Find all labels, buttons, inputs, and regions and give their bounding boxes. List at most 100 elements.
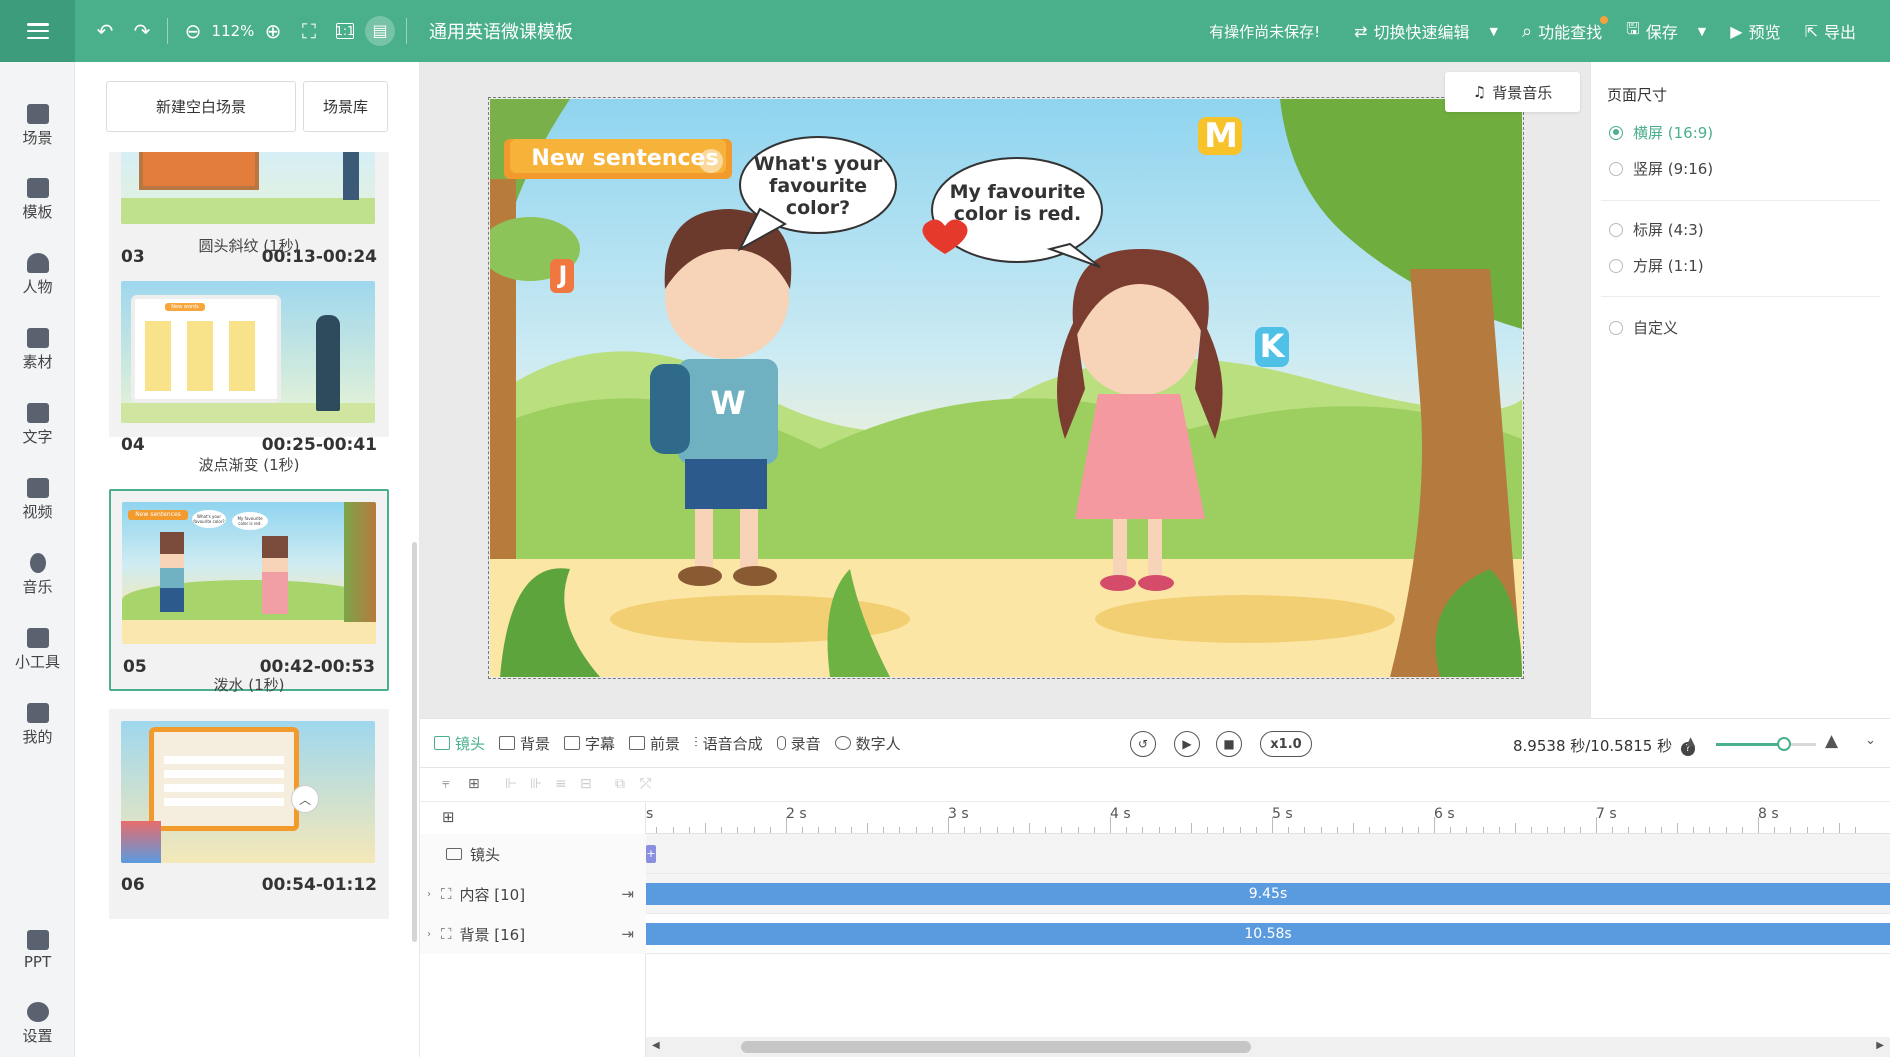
document-title[interactable]: 通用英语微课模板 (429, 18, 573, 44)
scrollbar-thumb[interactable] (741, 1041, 1251, 1053)
answer-bubble-text[interactable]: My favourite color is red. (945, 181, 1090, 225)
tab-label: 前景 (650, 734, 681, 753)
radio-standard-4-3[interactable]: 标屏 (4:3) (1609, 219, 1704, 240)
speed-button[interactable]: x1.0 (1260, 731, 1312, 757)
radio-square-1-1[interactable]: 方屏 (1:1) (1609, 255, 1704, 276)
letter-m[interactable]: M (1201, 116, 1241, 156)
timeline-ruler[interactable]: s 2 s 3 s 4 s 5 s 6 s 7 s 8 s (646, 802, 1890, 834)
scroll-to-top-button[interactable]: ︿ (291, 785, 319, 813)
collapse-timeline-icon[interactable]: ⌄ (1865, 733, 1876, 748)
nav-item-settings[interactable]: 设置 (0, 1002, 75, 1046)
transition-label[interactable]: 圆头斜纹 (1秒) (109, 235, 389, 256)
letter-k[interactable]: K (1257, 327, 1287, 365)
nav-item-video[interactable]: 视频 (0, 478, 75, 522)
scene-card-05[interactable]: New sentences What's your favourite colo… (109, 489, 389, 691)
nav-item-person[interactable]: 人物 (0, 253, 75, 297)
filter-icon[interactable]: ⫧ (442, 776, 450, 792)
ruler-toggle-button[interactable]: ▤ (362, 0, 398, 62)
track-content[interactable]: 9.45s (646, 874, 1890, 914)
tab-foreground[interactable]: 前景 (629, 733, 680, 754)
align-right-icon[interactable]: ⊪ (530, 776, 542, 792)
letter-w[interactable]: W (708, 384, 748, 422)
slider-handle[interactable] (1777, 737, 1791, 751)
new-blank-scene-button[interactable]: 新建空白场景 (106, 81, 296, 132)
add-keyframe-button[interactable]: + (646, 845, 656, 863)
nav-item-asset[interactable]: 素材 (0, 328, 75, 372)
content-clip[interactable]: 9.45s (646, 883, 1890, 905)
transition-label[interactable]: 波点渐变 (1秒) (109, 454, 389, 475)
align-left-icon[interactable]: ⊩ (505, 776, 517, 792)
redo-button[interactable]: ↷ (125, 0, 159, 62)
enter-group-icon[interactable]: ⇥ (621, 925, 634, 943)
zoom-out-button[interactable]: ⊖ (176, 0, 210, 62)
undo-button[interactable]: ↶ (85, 0, 125, 62)
zoom-in-button[interactable]: ⊕ (256, 0, 290, 62)
nav-item-toolbox[interactable]: 小工具 (0, 628, 75, 672)
track-background[interactable]: 10.58s (646, 914, 1890, 954)
background-music-button[interactable]: ♫ 背景音乐 (1445, 72, 1580, 112)
timeline-zoom-slider[interactable] (1716, 737, 1816, 751)
radio-icon (1609, 125, 1623, 140)
feature-search-button[interactable]: ⌕ 功能查找 (1510, 0, 1614, 62)
tab-digital-human[interactable]: 数字人 (834, 733, 901, 754)
ruler-tick (818, 827, 820, 833)
zoom-out-mountain-icon[interactable]: ▲ (1686, 734, 1695, 748)
transition-label[interactable]: 泼水 (1秒) (109, 674, 389, 695)
background-clip[interactable]: 10.58s (646, 923, 1890, 945)
group-icon[interactable]: ⊞ (468, 776, 480, 792)
scroll-right-icon[interactable]: ▶ (1876, 1040, 1884, 1051)
tab-tts[interactable]: ⫶ 语音合成 (694, 733, 763, 754)
enter-group-icon[interactable]: ⇥ (621, 885, 634, 903)
nav-item-mine[interactable]: 我的 (0, 703, 75, 747)
banner-title[interactable]: New sentences (530, 146, 720, 171)
nav-item-ppt[interactable]: PPT (0, 930, 75, 971)
fit-screen-button[interactable]: ⛶ (290, 0, 328, 62)
scene-panel-scrollbar[interactable] (412, 542, 417, 942)
play-button[interactable]: ▶ (1174, 731, 1200, 757)
tab-background[interactable]: 背景 (499, 733, 550, 754)
track-label-background[interactable]: › ⛶ 背景 [16] ⇥ (420, 914, 646, 954)
ruler-label: 6 s (1434, 806, 1455, 822)
track-label-camera[interactable]: 镜头 (420, 834, 646, 874)
scene-library-button[interactable]: 场景库 (303, 81, 388, 132)
nav-item-text[interactable]: 文字 (0, 403, 75, 447)
word-icons (145, 321, 265, 391)
nav-item-template[interactable]: 模板 (0, 178, 75, 222)
scene-stage[interactable]: New sentences What's your favourite colo… (490, 99, 1522, 677)
radio-portrait-9-16[interactable]: 竖屏 (9:16) (1609, 158, 1713, 179)
nav-item-music[interactable]: 音乐 (0, 553, 75, 597)
menu-button[interactable] (0, 0, 75, 62)
replay-button[interactable]: ↺ (1130, 731, 1156, 757)
grid-icon[interactable]: ⊞ (442, 808, 455, 826)
timeline-horizontal-scrollbar[interactable]: ◀ ▶ (646, 1037, 1890, 1057)
merge-icon[interactable]: ⧉ (615, 776, 625, 792)
stop-button[interactable]: ■ (1216, 731, 1242, 757)
scroll-left-icon[interactable]: ◀ (652, 1040, 660, 1051)
tab-subtitle[interactable]: 字幕 (564, 733, 615, 754)
align-center-icon[interactable]: ≡ (555, 776, 567, 792)
quick-edit-button[interactable]: ⇄ 切换快速编辑 ▼ (1342, 0, 1510, 62)
girl-figure (262, 536, 288, 614)
save-button[interactable]: 🖫 保存 ▼ (1614, 0, 1718, 62)
chevron-down-icon[interactable]: ▼ (1698, 25, 1706, 38)
question-bubble-text[interactable]: What's your favourite color? (748, 153, 888, 219)
actual-size-button[interactable]: 1:1 (328, 0, 362, 62)
split-icon[interactable]: ⤱ (640, 776, 651, 792)
radio-landscape-16-9[interactable]: 横屏 (16:9) (1609, 122, 1713, 143)
preview-button[interactable]: ▶ 预览 (1718, 0, 1792, 62)
zoom-in-mountain-icon[interactable]: ▲ (1825, 731, 1838, 751)
scene-card-06[interactable]: ︿ 06 00:54-01:12 (109, 709, 389, 919)
export-button[interactable]: ⇱ 导出 (1793, 0, 1890, 62)
chevron-right-icon[interactable]: › (427, 929, 431, 940)
tab-record[interactable]: 录音 (776, 733, 821, 754)
chevron-down-icon[interactable]: ▼ (1490, 25, 1498, 38)
scene-card-04[interactable]: New words 04 00:25-00:41 (109, 269, 389, 455)
track-label-content[interactable]: › ⛶ 内容 [10] ⇥ (420, 874, 646, 914)
tab-camera[interactable]: 镜头 (434, 733, 485, 754)
nav-item-scene[interactable]: 场景 (0, 104, 75, 148)
letter-j[interactable]: J (553, 261, 573, 289)
chevron-right-icon[interactable]: › (427, 889, 431, 900)
radio-custom[interactable]: 自定义 (1609, 317, 1678, 338)
track-camera[interactable]: + (646, 834, 1890, 874)
distribute-icon[interactable]: ⊟ (580, 776, 592, 792)
